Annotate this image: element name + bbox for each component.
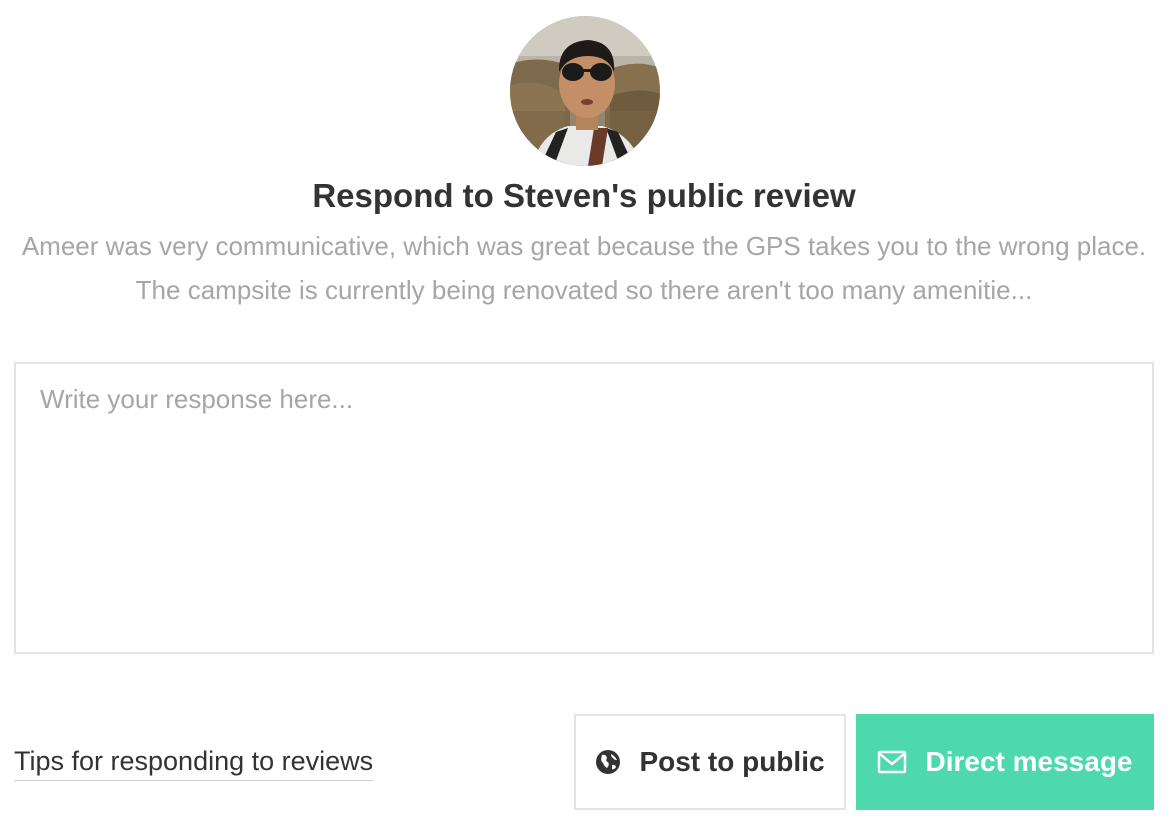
globe-icon: [595, 749, 621, 775]
page-title: Respond to Steven's public review: [312, 177, 856, 214]
post-to-public-label: Post to public: [639, 746, 825, 777]
direct-message-label: Direct message: [925, 746, 1133, 777]
direct-message-button[interactable]: Direct message: [856, 714, 1154, 810]
response-input[interactable]: [14, 362, 1154, 654]
envelope-icon: [877, 750, 907, 774]
tips-link[interactable]: Tips for responding to reviews: [14, 744, 374, 781]
review-excerpt: Ameer was very communicative, which was …: [21, 231, 1147, 305]
reviewer-avatar: [510, 16, 660, 166]
reviewer-photo: [510, 16, 660, 166]
post-to-public-button[interactable]: Post to public: [574, 714, 846, 810]
